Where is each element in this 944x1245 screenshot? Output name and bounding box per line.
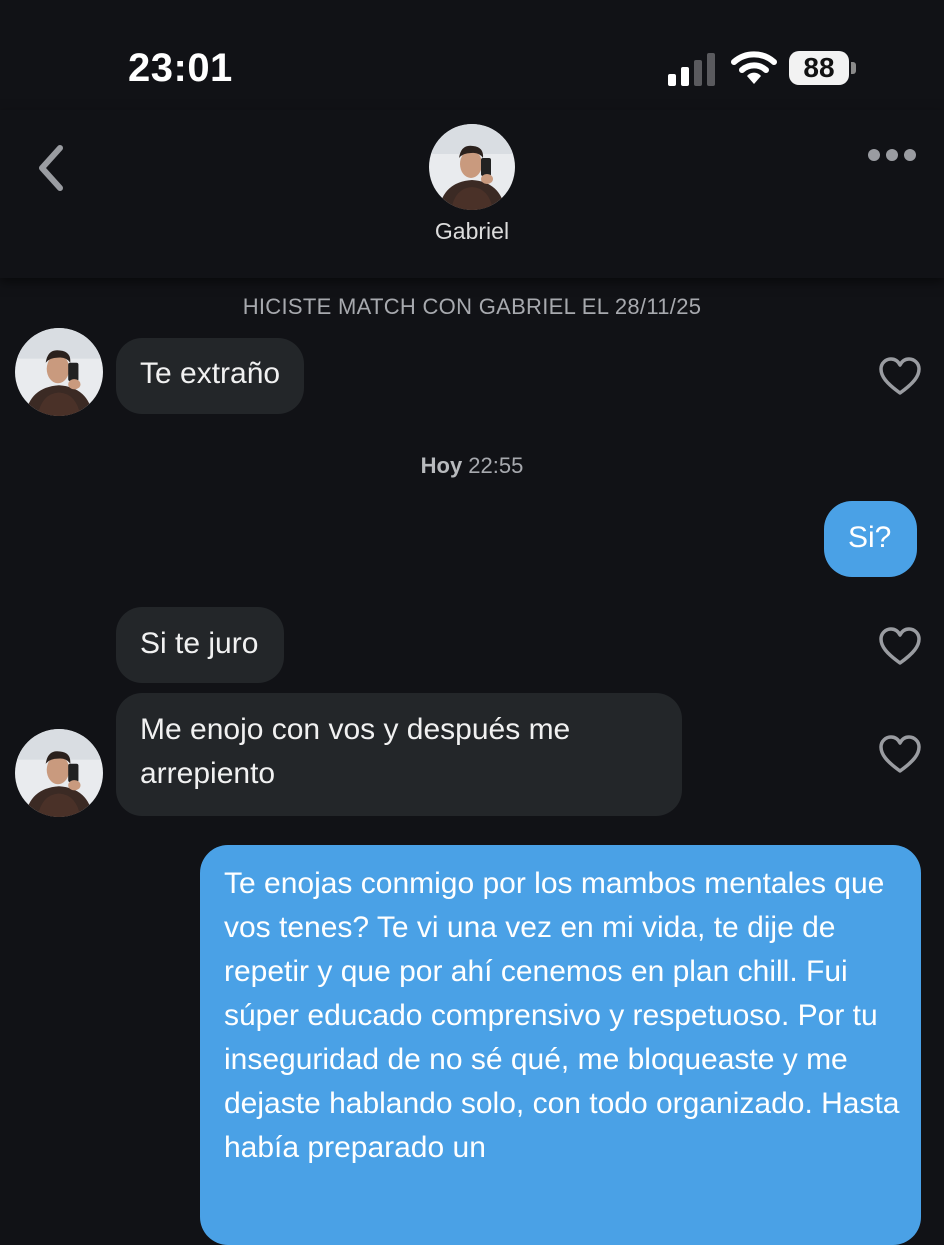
avatar-photo (15, 729, 103, 817)
avatar-photo (15, 328, 103, 416)
battery-level: 88 (789, 51, 849, 85)
timestamp-day: Hoy (420, 453, 463, 478)
back-button[interactable] (30, 140, 74, 196)
sender-avatar[interactable] (15, 729, 103, 817)
battery-tip (851, 62, 856, 74)
avatar-photo (429, 124, 515, 210)
incoming-message[interactable]: Me enojo con vos y después me arrepiento (116, 693, 682, 816)
heart-icon[interactable] (878, 355, 922, 399)
heart-icon[interactable] (878, 733, 922, 777)
match-notice: HICISTE MATCH CON GABRIEL EL 28/11/25 (242, 294, 702, 319)
sender-avatar[interactable] (15, 328, 103, 416)
battery-indicator: 88 (789, 51, 857, 85)
incoming-message[interactable]: Si te juro (116, 607, 285, 683)
contact-avatar[interactable] (429, 124, 515, 210)
incoming-message[interactable]: Te extraño (116, 338, 305, 414)
contact-name[interactable]: Gabriel (372, 218, 572, 245)
cell-signal-icon (668, 53, 715, 86)
wifi-icon (731, 51, 777, 84)
outgoing-message[interactable]: Te enojas conmigo por los mambos mentale… (200, 845, 921, 1245)
status-bar: 23:01 88 (0, 0, 944, 120)
outgoing-message[interactable]: Si? (824, 501, 918, 577)
timestamp-divider: Hoy 22:55 (0, 453, 944, 479)
clock: 23:01 (128, 46, 233, 90)
heart-icon[interactable] (878, 625, 922, 669)
more-options-button[interactable] (864, 140, 920, 170)
timestamp-time: 22:55 (462, 453, 524, 478)
